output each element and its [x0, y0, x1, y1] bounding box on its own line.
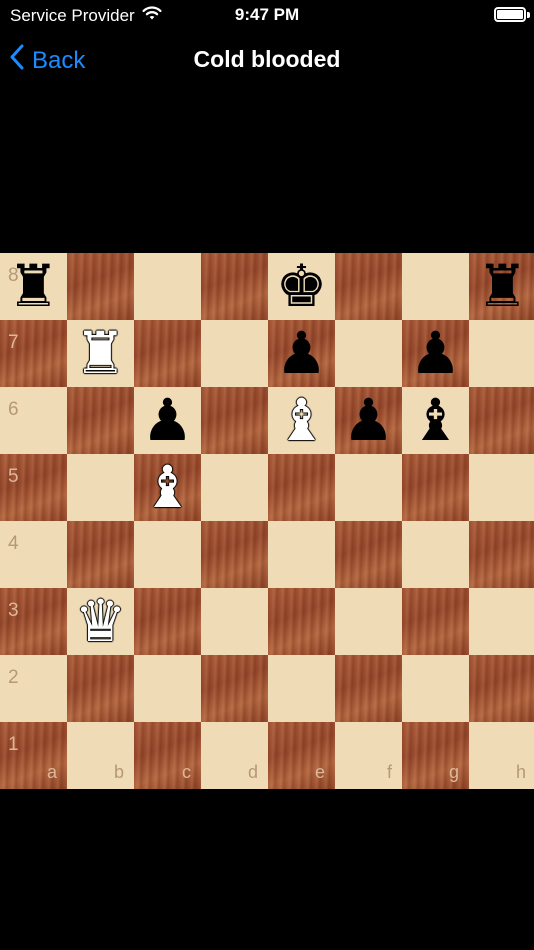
- square-d1[interactable]: d: [201, 722, 268, 789]
- file-label: g: [448, 762, 459, 782]
- square-f2[interactable]: [335, 655, 402, 722]
- square-g1[interactable]: g: [402, 722, 469, 789]
- rank-label: 1: [8, 734, 19, 755]
- square-h1[interactable]: h: [469, 722, 534, 789]
- square-b1[interactable]: b: [67, 722, 134, 789]
- white-rook-piece[interactable]: ♜: [67, 320, 134, 387]
- rank-label: 6: [8, 399, 19, 420]
- battery-fill: [497, 10, 523, 19]
- file-label: d: [247, 762, 258, 782]
- white-queen-piece[interactable]: ♛: [67, 588, 134, 655]
- square-c2[interactable]: [134, 655, 201, 722]
- rank-label: 7: [8, 332, 19, 353]
- square-f5[interactable]: [335, 454, 402, 521]
- square-g7[interactable]: ♟: [402, 320, 469, 387]
- black-pawn-piece[interactable]: ♟: [335, 387, 402, 454]
- square-f4[interactable]: [335, 521, 402, 588]
- square-h7[interactable]: [469, 320, 534, 387]
- square-c5[interactable]: ♝: [134, 454, 201, 521]
- square-c8[interactable]: [134, 253, 201, 320]
- square-b2[interactable]: [67, 655, 134, 722]
- black-pawn-piece[interactable]: ♟: [134, 387, 201, 454]
- black-pawn-piece[interactable]: ♟: [402, 320, 469, 387]
- square-f7[interactable]: [335, 320, 402, 387]
- square-b6[interactable]: [67, 387, 134, 454]
- black-rook-piece[interactable]: ♜: [469, 253, 534, 320]
- rank-label: 5: [8, 466, 19, 487]
- square-a5[interactable]: 5: [0, 454, 67, 521]
- square-e5[interactable]: [268, 454, 335, 521]
- square-b4[interactable]: [67, 521, 134, 588]
- square-d6[interactable]: [201, 387, 268, 454]
- square-f8[interactable]: [335, 253, 402, 320]
- black-bishop-piece[interactable]: ♝: [402, 387, 469, 454]
- square-g8[interactable]: [402, 253, 469, 320]
- black-king-piece[interactable]: ♚: [268, 253, 335, 320]
- file-label: c: [182, 762, 191, 782]
- square-g3[interactable]: [402, 588, 469, 655]
- rank-label: 4: [8, 533, 19, 554]
- file-label: b: [113, 762, 124, 782]
- square-e2[interactable]: [268, 655, 335, 722]
- square-b7[interactable]: ♜: [67, 320, 134, 387]
- square-g5[interactable]: [402, 454, 469, 521]
- page-title: Cold blooded: [193, 46, 341, 72]
- battery-icon: [494, 7, 526, 22]
- chess-board[interactable]: 8 ♜ ♚ ♜ 7 ♜ ♟ ♟ 6 ♟ ♝ ♟ ♝ 5 ♝ 4 3 ♛ 2 1 a b c d e f g h: [0, 253, 534, 789]
- square-c4[interactable]: [134, 521, 201, 588]
- file-label: e: [314, 762, 325, 782]
- square-a2[interactable]: 2: [0, 655, 67, 722]
- square-a3[interactable]: 3: [0, 588, 67, 655]
- square-g6[interactable]: ♝: [402, 387, 469, 454]
- black-rook-piece[interactable]: ♜: [0, 253, 67, 320]
- square-e4[interactable]: [268, 521, 335, 588]
- square-d5[interactable]: [201, 454, 268, 521]
- square-c1[interactable]: c: [134, 722, 201, 789]
- square-f3[interactable]: [335, 588, 402, 655]
- square-d8[interactable]: [201, 253, 268, 320]
- square-f6[interactable]: ♟: [335, 387, 402, 454]
- rank-label: 3: [8, 600, 19, 621]
- square-b3[interactable]: ♛: [67, 588, 134, 655]
- status-bar: Service Provider 9:47 PM: [0, 0, 534, 32]
- file-label: h: [515, 762, 526, 782]
- square-h3[interactable]: [469, 588, 534, 655]
- square-e1[interactable]: e: [268, 722, 335, 789]
- white-bishop-piece[interactable]: ♝: [268, 387, 335, 454]
- square-b8[interactable]: [67, 253, 134, 320]
- square-h5[interactable]: [469, 454, 534, 521]
- file-label: a: [46, 762, 57, 782]
- rank-label: 2: [8, 667, 19, 688]
- square-c6[interactable]: ♟: [134, 387, 201, 454]
- square-a4[interactable]: 4: [0, 521, 67, 588]
- square-d3[interactable]: [201, 588, 268, 655]
- square-a1[interactable]: 1a: [0, 722, 67, 789]
- square-b5[interactable]: [67, 454, 134, 521]
- battery-tip: [527, 12, 530, 18]
- square-c7[interactable]: [134, 320, 201, 387]
- square-h4[interactable]: [469, 521, 534, 588]
- square-g2[interactable]: [402, 655, 469, 722]
- square-e6[interactable]: ♝: [268, 387, 335, 454]
- black-pawn-piece[interactable]: ♟: [268, 320, 335, 387]
- navigation-bar: Back Cold blooded: [0, 32, 534, 88]
- square-d7[interactable]: [201, 320, 268, 387]
- square-e8[interactable]: ♚: [268, 253, 335, 320]
- square-c3[interactable]: [134, 588, 201, 655]
- square-h6[interactable]: [469, 387, 534, 454]
- file-label: f: [386, 762, 392, 782]
- square-d4[interactable]: [201, 521, 268, 588]
- square-a8[interactable]: 8 ♜: [0, 253, 67, 320]
- square-a6[interactable]: 6: [0, 387, 67, 454]
- square-h2[interactable]: [469, 655, 534, 722]
- square-a7[interactable]: 7: [0, 320, 67, 387]
- square-d2[interactable]: [201, 655, 268, 722]
- square-e7[interactable]: ♟: [268, 320, 335, 387]
- square-g4[interactable]: [402, 521, 469, 588]
- square-e3[interactable]: [268, 588, 335, 655]
- white-bishop-piece[interactable]: ♝: [134, 454, 201, 521]
- square-h8[interactable]: ♜: [469, 253, 534, 320]
- square-f1[interactable]: f: [335, 722, 402, 789]
- status-time: 9:47 PM: [234, 5, 300, 24]
